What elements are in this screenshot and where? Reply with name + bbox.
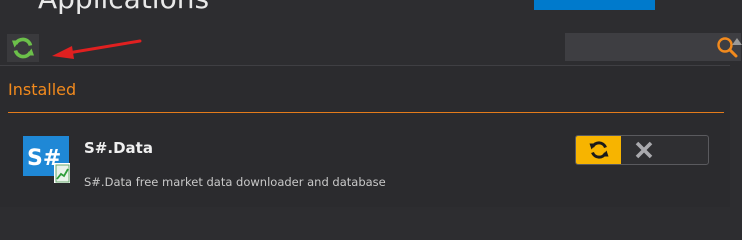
refresh-button[interactable] (7, 34, 39, 62)
update-button[interactable] (576, 136, 621, 164)
annotation-arrow-icon (52, 39, 142, 59)
remove-button[interactable] (621, 136, 666, 164)
app-name: S#.Data (84, 139, 153, 157)
scroll-up-arrow[interactable] (732, 38, 742, 45)
search-input[interactable] (565, 33, 711, 61)
page-title: Applications (38, 0, 209, 15)
app-row[interactable]: S# S#.Data S#.Data free market data down… (0, 126, 730, 207)
header-action-button[interactable] (534, 0, 655, 10)
applications-window: Applications Installed (0, 0, 742, 207)
section-divider (8, 112, 724, 113)
toolbar (0, 28, 742, 66)
refresh-icon (12, 37, 34, 59)
search-box (565, 33, 741, 61)
app-logo-icon: S# (23, 136, 70, 183)
section-title-installed: Installed (8, 80, 77, 99)
app-actions (575, 135, 709, 165)
update-icon (589, 141, 608, 159)
installed-panel: Installed S# S#.Data S#.Data free market… (0, 65, 730, 207)
app-description: S#.Data free market data downloader and … (84, 175, 386, 189)
close-icon (635, 141, 652, 159)
